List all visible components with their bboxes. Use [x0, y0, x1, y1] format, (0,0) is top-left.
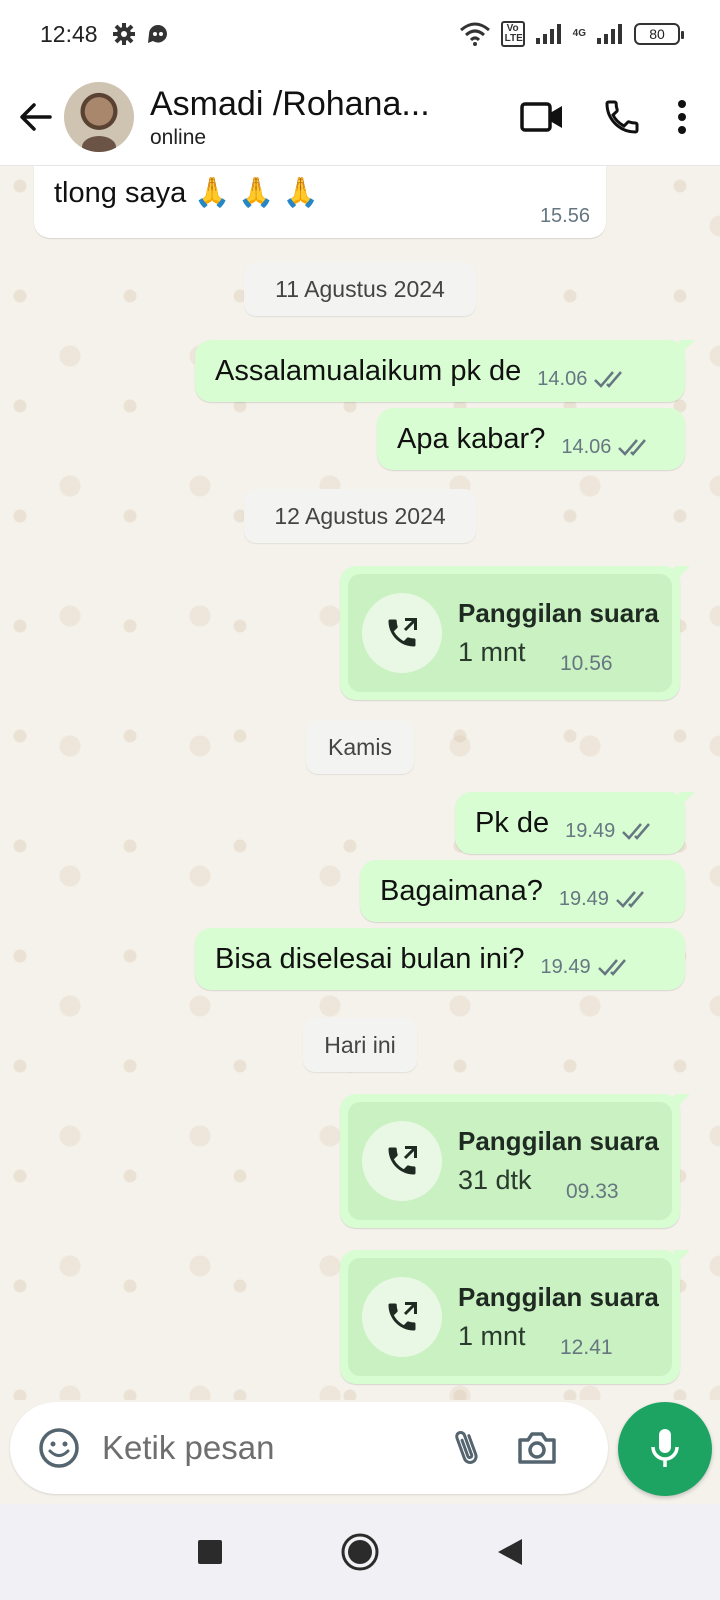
message-time: 19.49: [558, 887, 609, 910]
voice-call-icon: [605, 100, 639, 134]
outgoing-message[interactable]: Assalamualaikum pk de 14.06: [195, 340, 695, 402]
contact-status: online: [150, 125, 207, 149]
message-time: 14.06: [537, 367, 588, 390]
contact-info[interactable]: Asmadi /Rohana... online: [150, 84, 450, 150]
message-time: 15.56: [539, 205, 590, 227]
message-time: 10.56: [560, 652, 613, 675]
message-composer: [10, 1402, 608, 1494]
chat-header: Asmadi /Rohana... online: [0, 68, 720, 166]
call-message[interactable]: Panggilan suara 1 mnt 12.41: [340, 1250, 690, 1384]
more-options-icon: [678, 99, 686, 134]
battery-indicator: 80: [634, 23, 684, 45]
nav-recents-button[interactable]: [188, 1530, 232, 1574]
message-time: 14.06: [561, 435, 612, 458]
system-nav-bar: [0, 1504, 720, 1600]
outgoing-call-icon: [388, 1146, 417, 1175]
outgoing-message[interactable]: Bagaimana? 19.49: [360, 860, 685, 922]
call-message[interactable]: Panggilan suara 1 mnt 10.56: [340, 566, 690, 700]
date-divider: Hari ini: [303, 1018, 417, 1072]
message-input[interactable]: [102, 1429, 432, 1467]
back-button[interactable]: [8, 89, 64, 145]
network-label: 4G: [572, 28, 586, 39]
video-call-button[interactable]: [502, 87, 582, 147]
nav-home-button[interactable]: [338, 1530, 382, 1574]
more-options-button[interactable]: [662, 87, 702, 147]
contact-name: Asmadi /Rohana...: [150, 84, 430, 123]
message-text: Assalamualaikum pk de: [215, 354, 522, 387]
settings-icon: [112, 23, 135, 45]
incoming-message[interactable]: tlong saya 🙏 🙏 🙏 15.56: [34, 166, 606, 238]
nav-recents-icon: [198, 1540, 222, 1564]
outgoing-call-icon: [388, 1302, 417, 1331]
double-check-icon: [622, 823, 651, 840]
message-text: Bagaimana?: [380, 874, 543, 907]
attach-icon: [455, 1430, 478, 1464]
call-title: Panggilan suara: [458, 1282, 659, 1312]
call-message[interactable]: Panggilan suara 31 dtk 09.33: [340, 1094, 690, 1228]
outgoing-message[interactable]: Apa kabar? 14.06: [377, 408, 685, 470]
volte-label: Vo LTE: [500, 21, 525, 47]
notification-icon: [147, 24, 167, 43]
outgoing-message[interactable]: Pk de 19.49: [455, 792, 695, 854]
message-time: 09.33: [566, 1180, 619, 1203]
voice-call-button[interactable]: [582, 87, 662, 147]
attach-button[interactable]: [432, 1413, 502, 1483]
camera-button[interactable]: [502, 1413, 572, 1483]
double-check-icon: [618, 439, 647, 456]
emoji-button[interactable]: [24, 1413, 94, 1483]
avatar[interactable]: [64, 81, 134, 152]
outgoing-message[interactable]: Bisa diselesai bulan ini? 19.49: [195, 928, 685, 990]
double-check-icon: [594, 371, 623, 388]
outgoing-call-icon: [388, 618, 417, 647]
nav-home-icon: [341, 1533, 379, 1571]
call-duration: 31 dtk: [458, 1165, 532, 1195]
status-bar: 12:48 Vo LTE 4G 80: [0, 0, 720, 68]
video-call-icon: [520, 101, 562, 132]
call-title: Panggilan suara: [458, 1126, 659, 1156]
message-text: tlong saya 🙏 🙏 🙏: [54, 177, 319, 209]
camera-icon: [518, 1432, 556, 1464]
signal-icon: [597, 24, 622, 44]
message-time: 12.41: [560, 1336, 613, 1359]
double-check-icon: [616, 891, 644, 908]
date-divider: Kamis: [306, 720, 414, 774]
microphone-icon: [651, 1429, 679, 1467]
nav-back-icon: [498, 1539, 522, 1565]
call-duration: 1 mnt: [458, 1321, 526, 1351]
back-arrow-icon: [20, 102, 52, 131]
call-duration: 1 mnt: [458, 637, 526, 667]
date-divider: 12 Agustus 2024: [244, 489, 476, 543]
message-text: Apa kabar?: [397, 422, 546, 455]
emoji-icon: [39, 1428, 79, 1468]
message-time: 19.49: [565, 819, 616, 842]
date-divider: 11 Agustus 2024: [244, 262, 476, 316]
message-text: Pk de: [475, 806, 550, 839]
chat-area[interactable]: tlong saya 🙏 🙏 🙏 15.56 11 Agustus 2024 A…: [0, 166, 720, 1400]
nav-back-button[interactable]: [488, 1530, 532, 1574]
signal-icon: [535, 24, 561, 44]
voice-record-button[interactable]: [618, 1402, 712, 1496]
message-time: 19.49: [540, 955, 591, 978]
message-text: Bisa diselesai bulan ini?: [215, 942, 525, 975]
status-time: 12:48: [40, 20, 98, 47]
call-title: Panggilan suara: [458, 598, 659, 628]
double-check-icon: [597, 959, 626, 976]
wifi-icon: [459, 22, 490, 46]
